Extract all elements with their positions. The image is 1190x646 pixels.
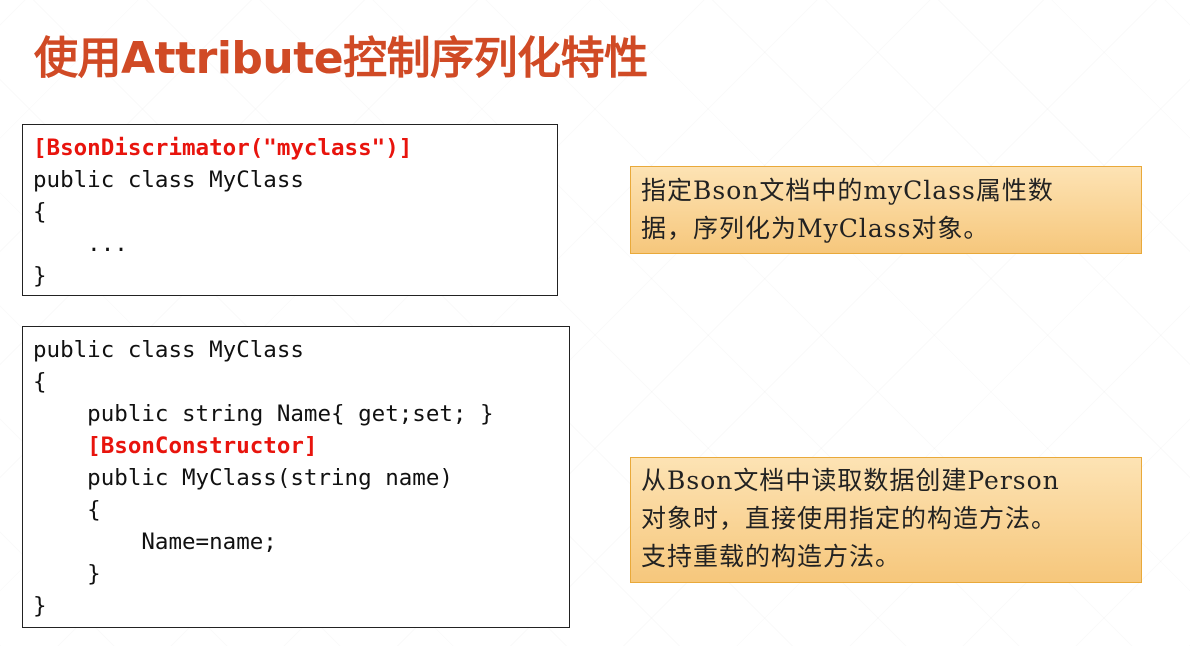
code-block-constructor: public class MyClass { public string Nam… [22, 326, 570, 628]
note-line: 指定Bson文档中的myClass属性数 [641, 176, 1054, 205]
note-line: 支持重载的构造方法。 [641, 542, 902, 571]
note-line: 从Bson文档中读取数据创建Person [641, 466, 1060, 495]
code-line: { [33, 199, 47, 225]
code-line: public class MyClass [33, 337, 304, 363]
code-line: } [33, 561, 101, 587]
code-line: { [33, 369, 47, 395]
code-line: } [33, 263, 47, 289]
code-line: { [33, 497, 101, 523]
code-line: Name=name; [33, 529, 277, 555]
note-discriminator: 指定Bson文档中的myClass属性数 据，序列化为MyClass对象。 [630, 166, 1142, 254]
slide-title: 使用Attribute控制序列化特性 [34, 33, 648, 84]
code-line-attribute: [BsonConstructor] [33, 433, 318, 459]
code-line-attribute: [BsonDiscrimator("myclass")] [33, 135, 413, 161]
note-line: 对象时，直接使用指定的构造方法。 [641, 504, 1058, 533]
code-line: } [33, 593, 47, 619]
code-line: ... [33, 231, 128, 257]
note-constructor: 从Bson文档中读取数据创建Person 对象时，直接使用指定的构造方法。 支持… [630, 457, 1142, 583]
note-line: 据，序列化为MyClass对象。 [641, 214, 990, 243]
code-line: public class MyClass [33, 167, 304, 193]
code-block-discriminator: [BsonDiscrimator("myclass")] public clas… [22, 124, 558, 296]
code-line: public MyClass(string name) [33, 465, 453, 491]
code-line: public string Name{ get;set; } [33, 401, 494, 427]
